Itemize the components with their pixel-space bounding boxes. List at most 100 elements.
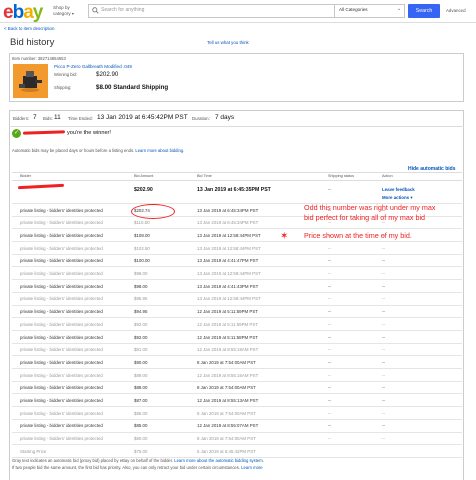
advanced-search-link[interactable]: Advanced — [446, 8, 466, 13]
table-row: private listing - bidders' identities pr… — [12, 344, 462, 357]
shipping-status: -- — [328, 271, 331, 276]
bid-amount: $90.00 — [134, 359, 148, 365]
bid-time: 13 Jan 2019 at 6:45:35PM PST — [197, 187, 271, 193]
shipping-status: -- — [328, 410, 331, 416]
bid-amount: $92.00 — [134, 334, 148, 340]
checkmark-icon: ✓ — [12, 129, 21, 138]
bidder-name: private listing - bidders' identities pr… — [20, 220, 103, 226]
bidder-name: Starting Price — [20, 448, 47, 454]
row-action: -- — [382, 385, 385, 391]
table-row: private listing - bidders' identities pr… — [12, 395, 462, 408]
row-action: -- — [382, 347, 385, 353]
bidder-name: private listing - bidders' identities pr… — [20, 347, 103, 353]
table-row: Starting Price $75.00 6 Jan 2019 at 6:45:4… — [12, 445, 462, 458]
bid-time: 13 Jan 2019 at 12:58:44PM PST — [197, 296, 261, 302]
footer-note: Gray text indicates an automatic bid (pr… — [12, 458, 264, 463]
bid-time: 12 Jan 2019 at 5:11:59PM PST — [197, 321, 258, 327]
footer-text: If two people bid the same amount, the f… — [12, 465, 241, 470]
table-row: private listing - bidders' identities pr… — [12, 420, 462, 433]
annotation-note-line2: bid perfect for taking all of my max bid — [304, 213, 426, 222]
leave-feedback-link[interactable]: Leave feedback — [382, 187, 415, 192]
shipping-status: -- — [328, 321, 331, 327]
bid-amount: $75.00 — [134, 448, 148, 454]
chevron-down-icon: ▾ — [71, 10, 74, 16]
bidder-name: private listing - bidders' identities pr… — [20, 436, 103, 442]
bid-time: 6 Jan 2019 at 6:45:42PM PST — [197, 448, 256, 454]
bidders-count: 7 — [33, 114, 37, 121]
table-row: private listing - bidders' identities pr… — [12, 369, 462, 382]
bid-time: 13 Jan 2019 at 6:45:34PM PST — [197, 207, 259, 213]
row-action: -- — [382, 410, 385, 416]
bid-time: 13 Jan 2019 at 4:41:47PM PST — [197, 258, 259, 264]
bid-amount: $98.00 — [134, 271, 148, 276]
row-action: -- — [382, 283, 385, 289]
annotation-note-line1: Odd this number was right under my max — [304, 203, 436, 212]
item-title-link[interactable]: Picco P-Zero Gallbreath Modified .049 — [54, 64, 132, 69]
row-action: -- — [382, 372, 385, 378]
chevron-down-icon: ▾ — [410, 195, 413, 200]
table-row: private listing - bidders' identities pr… — [12, 242, 462, 255]
shop-by-category-button[interactable]: Shop by category ▾ — [53, 5, 87, 16]
bidder-name: private listing - bidders' identities pr… — [20, 385, 103, 391]
bid-time: 13 Jan 2019 at 6:45:34PM PST — [197, 220, 259, 226]
shipping-value: $8.00 Standard Shipping — [96, 84, 169, 91]
bidder-name: private listing - bidders' identities pr… — [20, 321, 103, 327]
shipping-status: -- — [328, 372, 331, 378]
bidder-name: private listing - bidders' identities pr… — [20, 359, 103, 365]
item-number: Item number: 382714854653 — [12, 56, 66, 61]
feedback-link[interactable]: Tell us what you think — [207, 40, 249, 45]
bid-time: 8 Jan 2019 at 7:54:00AM PST — [197, 410, 256, 416]
auto-bidding-link[interactable]: Learn more about the automatic bidding s… — [174, 458, 264, 463]
bid-time: 12 Jan 2019 at 5:11:58PM PST — [197, 334, 258, 340]
back-to-item-link[interactable]: < Back to item description — [4, 26, 54, 31]
row-action: -- — [382, 271, 385, 276]
bid-amount: $88.00 — [134, 385, 148, 391]
col-header-bidder: Bidder — [20, 174, 31, 178]
shipping-status: -- — [328, 258, 331, 264]
shipping-label: Shipping: — [54, 85, 72, 90]
bid-amount: $80.00 — [134, 436, 148, 442]
bids-label: Bids: — [43, 116, 53, 121]
row-action: -- — [382, 398, 385, 403]
row-action: -- — [382, 309, 385, 315]
bid-amount: $100.00 — [134, 258, 150, 264]
bid-time: 13 Jan 2019 at 12:58:44PM PST — [197, 245, 261, 251]
bidder-name: private listing - bidders' identities pr… — [20, 334, 103, 340]
search-placeholder: Search for anything — [101, 7, 145, 13]
footer-text: Gray text indicates an automatic bid (pr… — [12, 458, 174, 463]
bid-time: 13 Jan 2019 at 4:41:43PM PST — [197, 283, 259, 289]
item-image[interactable] — [13, 64, 48, 98]
winning-bid-label: Winning bid: — [54, 72, 78, 77]
row-action: -- — [382, 423, 385, 429]
bid-time: 13 Jan 2019 at 12:58:44PM PST — [197, 271, 261, 276]
bid-amount: $94.95 — [134, 309, 148, 315]
table-row: private listing - bidders' identities pr… — [12, 407, 462, 420]
learn-more-bidding-link[interactable]: Learn more about bidding. — [135, 148, 184, 153]
bid-amount: $85.00 — [134, 423, 148, 429]
learn-more-link[interactable]: Learn more — [241, 465, 262, 470]
category-value: All Categories — [339, 7, 368, 12]
search-button[interactable]: Search — [408, 4, 440, 18]
more-actions-menu[interactable]: More actions ▾ — [382, 195, 413, 201]
row-action: -- — [382, 436, 385, 442]
automatic-bids-note: Automatic bids may be placed days or hou… — [12, 148, 184, 153]
bidder-name: private listing - bidders' identities pr… — [20, 271, 103, 276]
row-action: -- — [382, 296, 385, 302]
table-row: private listing - bidders' identities pr… — [12, 318, 462, 331]
table-row: private listing - bidders' identities pr… — [12, 331, 462, 344]
winner-message: you're the winner! — [67, 130, 111, 136]
shipping-status: -- — [328, 187, 331, 192]
table-row: private listing - bidders' identities pr… — [12, 268, 462, 281]
page-title: Bid history — [10, 37, 55, 48]
bid-time: 8 Jan 2019 at 7:54:00AM PST — [197, 359, 256, 365]
annotation-circle — [131, 204, 175, 219]
bidder-name: private listing - bidders' identities pr… — [20, 423, 103, 429]
ebay-logo[interactable]: ebay — [3, 3, 49, 23]
bid-time: 12 Jan 2019 at 8:55:16AM PST — [197, 372, 259, 378]
time-ended-label: Time Ended: — [68, 116, 93, 121]
row-action: -- — [382, 245, 385, 251]
bid-time: 13 Jan 2019 at 12:58:44PM PST — [197, 232, 261, 238]
row-action: -- — [382, 321, 385, 327]
engine-image — [13, 64, 48, 98]
col-header-time: Bid Time — [197, 174, 212, 178]
